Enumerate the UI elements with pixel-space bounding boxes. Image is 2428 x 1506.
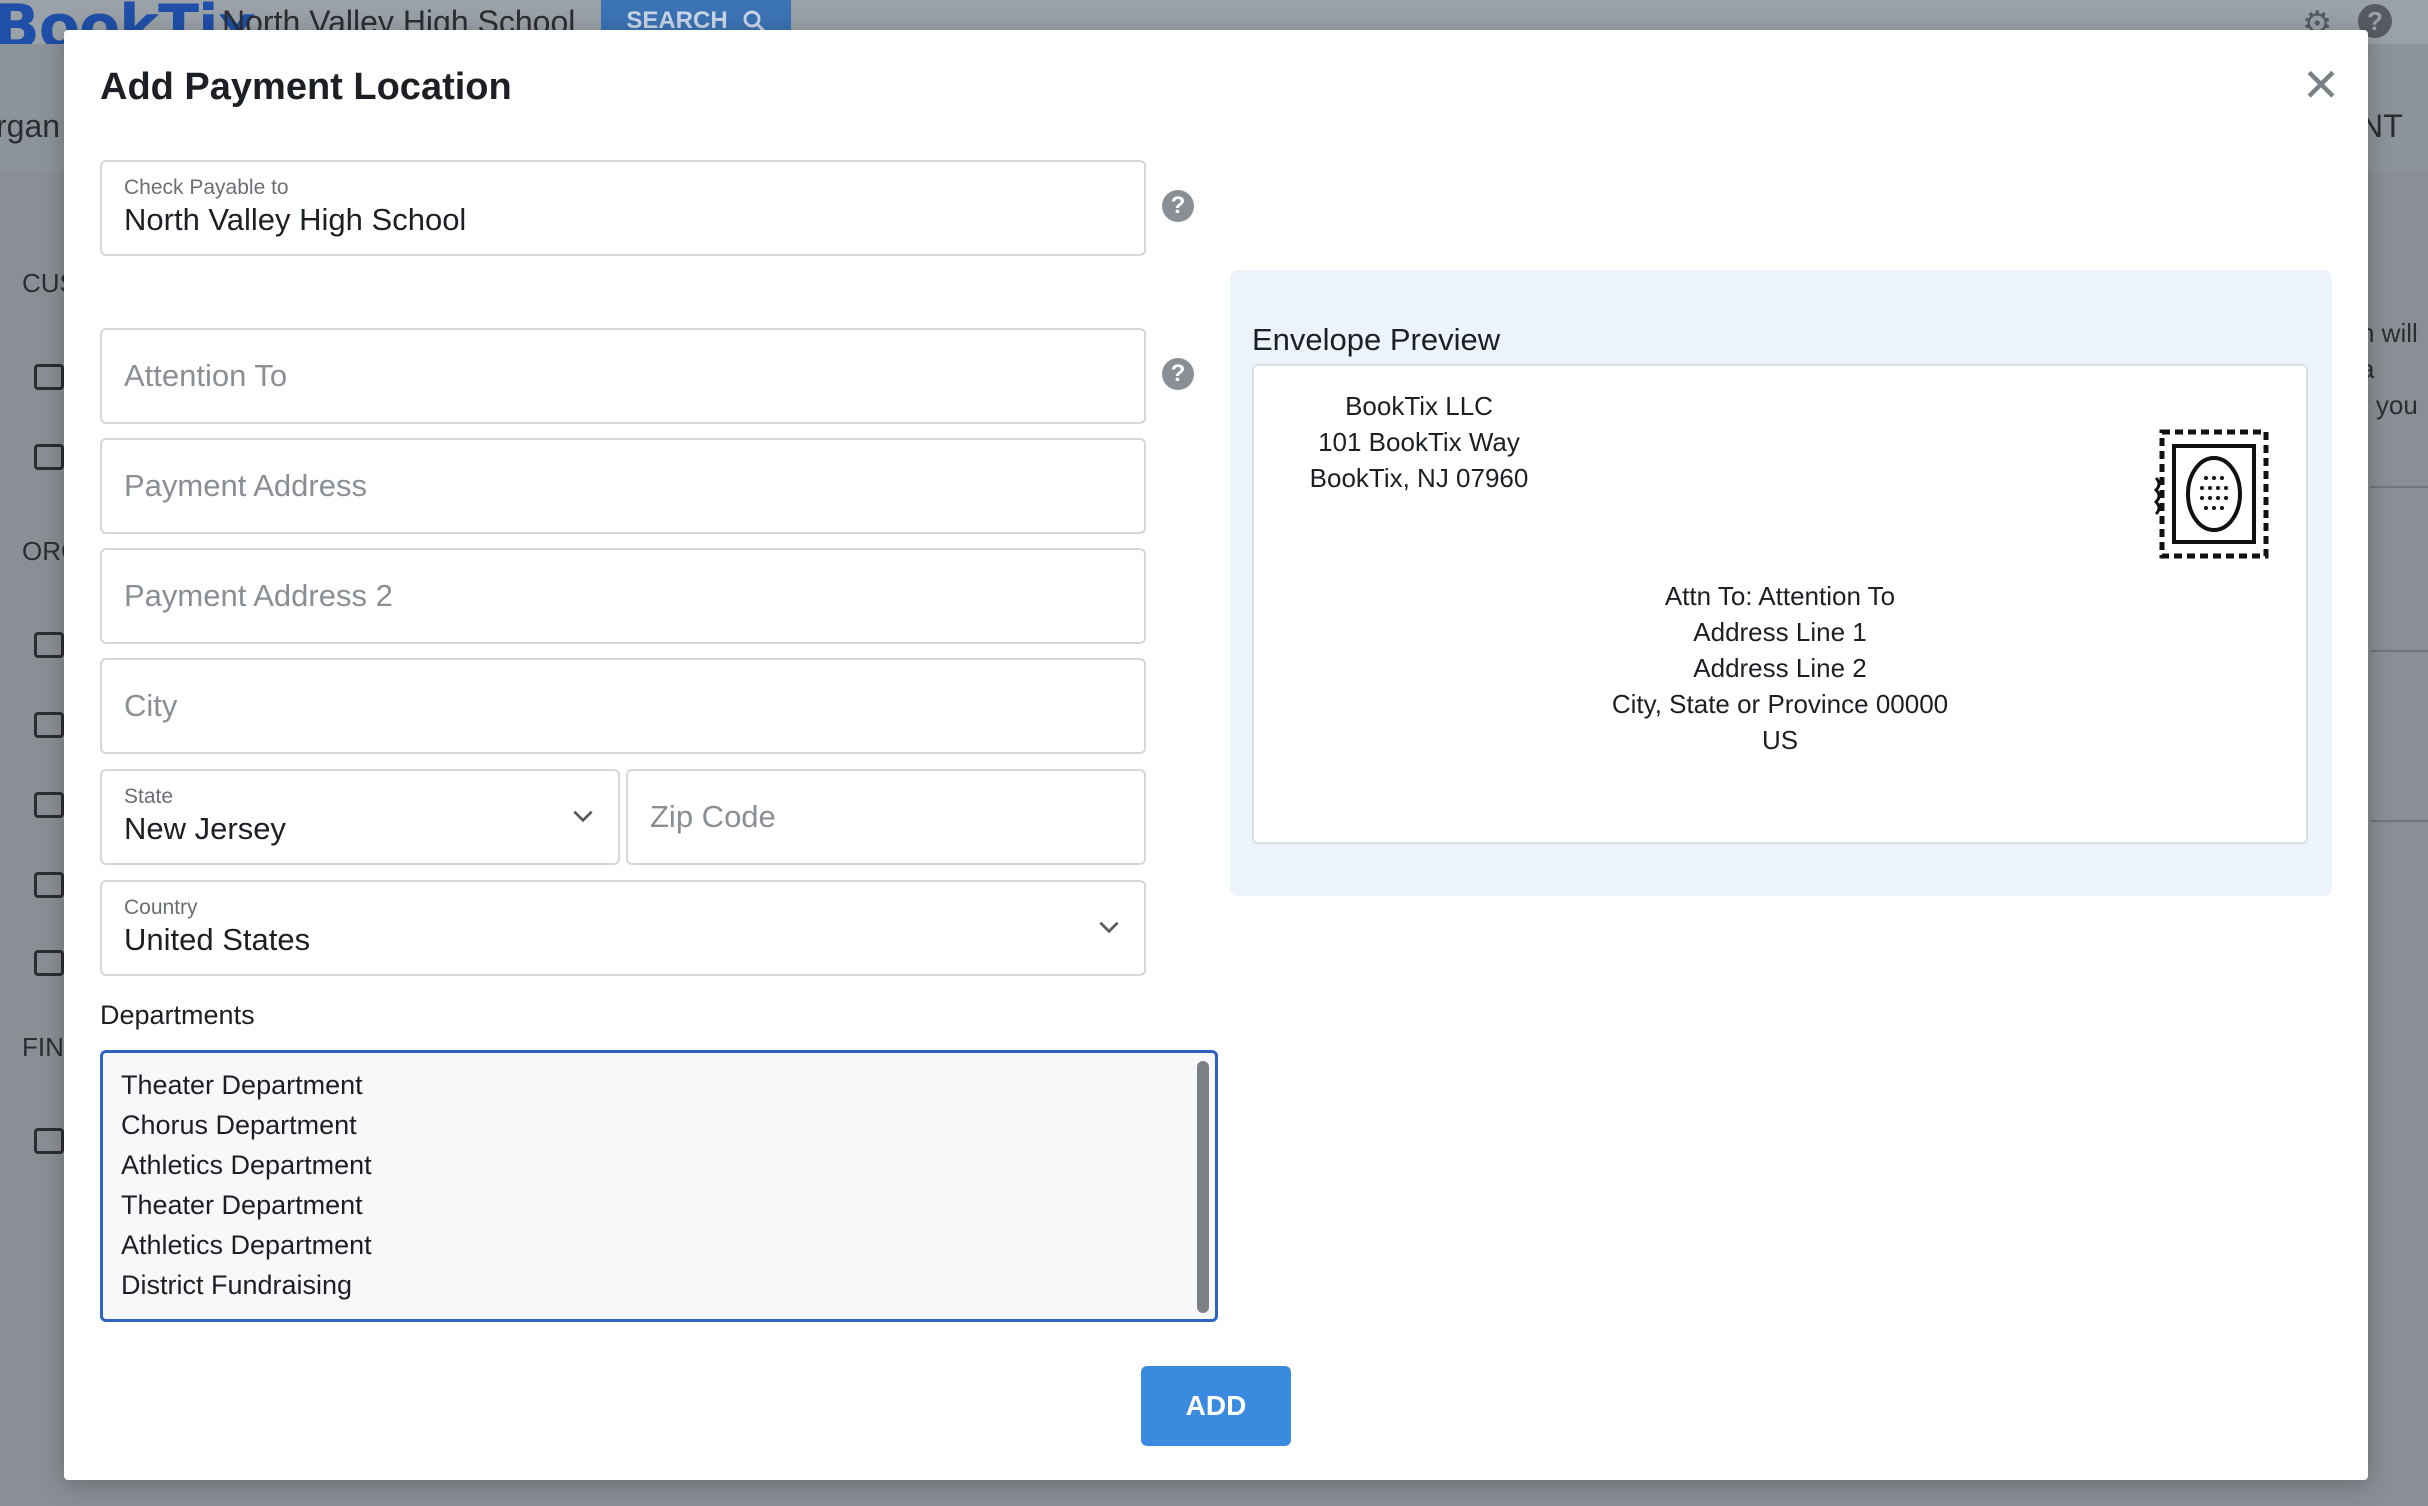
zip-code-input[interactable] bbox=[628, 771, 1144, 863]
department-option[interactable]: Athletics Department bbox=[121, 1145, 1197, 1185]
city-field[interactable] bbox=[100, 658, 1146, 754]
add-payment-location-modal: Add Payment Location ✕ Check Payable to … bbox=[64, 30, 2368, 1480]
state-value: New Jersey bbox=[124, 811, 286, 846]
payment-address-field[interactable] bbox=[100, 438, 1146, 534]
postage-stamp-icon bbox=[2153, 429, 2269, 559]
users-icon bbox=[34, 364, 64, 390]
city-input[interactable] bbox=[102, 660, 1144, 752]
department-option[interactable]: Chorus Department bbox=[121, 1105, 1197, 1145]
background-divider bbox=[2370, 486, 2428, 488]
recipient-line: Address Line 2 bbox=[1693, 653, 1867, 683]
building-icon bbox=[34, 950, 64, 976]
envelope-preview-panel: Envelope Preview BookTix LLC 101 BookTix… bbox=[1230, 270, 2332, 896]
return-address: BookTix LLC 101 BookTix Way BookTix, NJ … bbox=[1294, 388, 1544, 496]
envelope: BookTix LLC 101 BookTix Way BookTix, NJ … bbox=[1252, 364, 2308, 844]
close-icon[interactable]: ✕ bbox=[2296, 59, 2346, 111]
coins-icon bbox=[34, 1128, 64, 1154]
inbox-icon bbox=[34, 444, 64, 470]
chevron-down-icon bbox=[573, 810, 593, 823]
payment-address-input[interactable] bbox=[102, 440, 1144, 532]
attention-to-help-icon[interactable]: ? bbox=[1162, 358, 1194, 390]
payment-address-2-input[interactable] bbox=[102, 550, 1144, 642]
envelope-preview-title: Envelope Preview bbox=[1252, 322, 1501, 357]
attention-to-input[interactable] bbox=[102, 330, 1144, 422]
background-text-line-3: r you bbox=[2360, 390, 2418, 420]
return-address-line: BookTix, NJ 07960 bbox=[1309, 463, 1529, 493]
recipient-address: Attn To: Attention To Address Line 1 Add… bbox=[1254, 578, 2306, 758]
seating-icon bbox=[34, 792, 64, 818]
payment-address-2-field[interactable] bbox=[100, 548, 1146, 644]
group-icon bbox=[34, 872, 64, 898]
check-payable-label: Check Payable to bbox=[124, 176, 289, 199]
department-option[interactable]: Athletics Department bbox=[121, 1225, 1197, 1265]
list-icon bbox=[34, 632, 64, 658]
check-payable-field[interactable]: Check Payable to North Valley High Schoo… bbox=[100, 160, 1146, 256]
country-label: Country bbox=[124, 896, 198, 919]
departments-label: Departments bbox=[100, 1000, 255, 1030]
background-divider bbox=[2370, 650, 2428, 652]
recipient-line: Attn To: Attention To bbox=[1664, 581, 1896, 611]
zip-code-field[interactable] bbox=[626, 769, 1146, 865]
attention-to-field[interactable] bbox=[100, 328, 1146, 424]
nav-tab-organization: rgan bbox=[0, 108, 61, 144]
department-option[interactable]: District Fundraising bbox=[121, 1265, 1197, 1305]
return-address-line: 101 BookTix Way bbox=[1318, 427, 1520, 457]
check-payable-help-icon[interactable]: ? bbox=[1162, 190, 1194, 222]
check-payable-value: North Valley High School bbox=[124, 202, 467, 237]
state-label: State bbox=[124, 785, 174, 808]
department-option[interactable]: Theater Department bbox=[121, 1185, 1197, 1225]
recipient-line: Address Line 1 bbox=[1693, 617, 1867, 647]
sidebar-section-finance: FIN bbox=[22, 1032, 64, 1062]
modal-title: Add Payment Location bbox=[100, 66, 512, 108]
state-select[interactable]: State New Jersey bbox=[100, 769, 620, 865]
background-text-line-1: h will bbox=[2360, 318, 2418, 348]
departments-scrollbar[interactable] bbox=[1197, 1061, 1209, 1313]
chevron-down-icon bbox=[1099, 921, 1119, 934]
departments-listbox[interactable]: Theater Department Chorus Department Ath… bbox=[100, 1050, 1218, 1322]
background-divider bbox=[2370, 820, 2428, 822]
recipient-line: City, State or Province 00000 bbox=[1611, 689, 1949, 719]
country-select[interactable]: Country United States bbox=[100, 880, 1146, 976]
country-value: United States bbox=[124, 922, 311, 957]
department-option[interactable]: Theater Department bbox=[121, 1065, 1197, 1105]
add-button[interactable]: ADD bbox=[1141, 1366, 1291, 1446]
recipient-line: US bbox=[1761, 725, 1799, 755]
return-address-line: BookTix LLC bbox=[1345, 391, 1493, 421]
palette-icon bbox=[34, 712, 64, 738]
